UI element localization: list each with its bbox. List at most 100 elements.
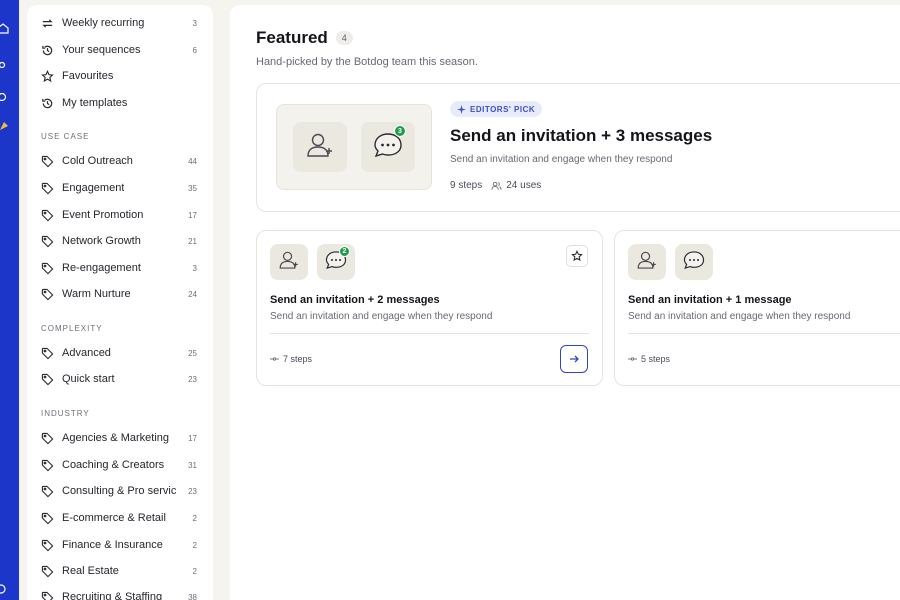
sidebar-item-label: Cold Outreach: [62, 155, 133, 167]
template-card[interactable]: Send an invitation + 1 message Send an i…: [614, 230, 900, 386]
sidebar-item-consulting[interactable]: Consulting & Pro servic 23: [40, 481, 210, 501]
message-tile: 3: [361, 122, 415, 172]
section-heading-industry: INDUSTRY: [41, 409, 90, 418]
page-subtitle: Hand-picked by the Botdog team this seas…: [256, 56, 478, 68]
rail-rocket-icon[interactable]: [0, 120, 10, 132]
sidebar-item-quick-start[interactable]: Quick start 23: [40, 369, 210, 389]
users-icon: [491, 181, 502, 191]
sidebar-item-coaching-creators[interactable]: Coaching & Creators 31: [40, 455, 210, 475]
hero-sequence-illustration: 3: [276, 104, 432, 190]
sidebar-item-network-growth[interactable]: Network Growth 21: [40, 231, 210, 251]
sidebar-item-event-promotion[interactable]: Event Promotion 17: [40, 205, 210, 225]
rail-home-icon[interactable]: [0, 22, 10, 34]
message-count-badge: 2: [339, 246, 350, 257]
tag-icon: [40, 208, 54, 222]
hero-title: Send an invitation + 3 messages: [450, 126, 713, 145]
sidebar-item-favourites[interactable]: Favourites: [40, 66, 210, 86]
tag-icon: [40, 431, 54, 445]
card-title: Send an invitation + 2 messages: [270, 294, 440, 306]
sidebar-item-label: Event Promotion: [62, 209, 144, 221]
tag-icon: [40, 538, 54, 552]
tag-icon: [40, 181, 54, 195]
sidebar-item-real-estate[interactable]: Real Estate 2: [40, 561, 210, 581]
page-title: Featured: [256, 28, 328, 47]
rail-help-icon[interactable]: [0, 583, 10, 595]
sidebar-item-label: Warm Nurture: [62, 288, 131, 300]
featured-header: Featured 4: [256, 28, 353, 48]
sidebar-item-ecommerce-retail[interactable]: E-commerce & Retail 2: [40, 508, 210, 528]
tag-icon: [40, 484, 54, 498]
rail-link-icon[interactable]: [0, 59, 10, 71]
favourite-button[interactable]: [566, 245, 588, 267]
steps-icon: [270, 356, 279, 362]
sidebar-item-advanced[interactable]: Advanced 25: [40, 343, 210, 363]
tag-icon: [40, 511, 54, 525]
featured-hero-card[interactable]: 3 EDITORS' PICK Send an invitation + 3 m…: [256, 83, 900, 212]
add-user-icon: [636, 249, 658, 276]
main-panel: Featured 4 Hand-picked by the Botdog tea…: [230, 5, 900, 600]
sidebar-item-finance-insurance[interactable]: Finance & Insurance 2: [40, 535, 210, 555]
tag-icon: [40, 372, 54, 386]
sidebar-item-warm-nurture[interactable]: Warm Nurture 24: [40, 284, 210, 304]
sidebar-item-count: 24: [188, 289, 197, 299]
sidebar-item-re-engagement[interactable]: Re-engagement 3: [40, 258, 210, 278]
repeat-icon: [40, 16, 54, 30]
sidebar-item-recruiting-staffing[interactable]: Recruiting & Staffing 38: [40, 587, 210, 600]
sidebar-item-cold-outreach[interactable]: Cold Outreach 44: [40, 151, 210, 171]
message-tile: 2: [317, 244, 355, 280]
chat-bubble-icon: [682, 249, 706, 276]
sidebar-item-label: Consulting & Pro servic: [62, 485, 177, 497]
add-user-icon: [278, 249, 300, 276]
sidebar-item-label: Quick start: [62, 373, 115, 385]
card-divider: [628, 333, 900, 334]
sidebar-item-weekly-recurring[interactable]: Weekly recurring 3: [40, 13, 210, 33]
sidebar: Weekly recurring 3 Your sequences 6 Favo…: [27, 5, 213, 600]
history-icon: [40, 43, 54, 57]
rail-icon-top[interactable]: [0, 0, 10, 8]
sidebar-item-label: Re-engagement: [62, 262, 141, 274]
sidebar-item-my-templates[interactable]: My templates: [40, 93, 210, 113]
sidebar-item-label: Real Estate: [62, 565, 119, 577]
invite-tile: [270, 244, 308, 280]
tag-icon: [40, 234, 54, 248]
steps-icon: [628, 356, 637, 362]
sparkle-icon: [457, 104, 466, 114]
card-meta: 5 steps: [628, 354, 670, 364]
sidebar-item-engagement[interactable]: Engagement 35: [40, 178, 210, 198]
sidebar-item-count: 35: [188, 183, 197, 193]
app-rail: [0, 0, 19, 600]
invite-tile: [628, 244, 666, 280]
sidebar-item-count: 25: [188, 348, 197, 358]
tag-icon: [40, 346, 54, 360]
sidebar-item-label: My templates: [62, 97, 128, 109]
sidebar-item-label: Recruiting & Staffing: [62, 591, 163, 600]
sidebar-item-count: 31: [188, 460, 197, 470]
sidebar-item-agencies-marketing[interactable]: Agencies & Marketing 17: [40, 428, 210, 448]
sidebar-item-your-sequences[interactable]: Your sequences 6: [40, 40, 210, 60]
hero-uses: 24 uses: [506, 180, 542, 191]
sidebar-item-count: 23: [188, 374, 197, 384]
star-icon: [40, 69, 54, 83]
sidebar-item-label: Favourites: [62, 70, 114, 82]
sidebar-item-count: 6: [192, 45, 197, 55]
arrow-right-icon: [569, 354, 579, 364]
tag-icon: [40, 590, 54, 600]
template-card[interactable]: 2 Send an invitation + 2 messages Send a…: [256, 230, 603, 386]
sidebar-item-count: 44: [188, 156, 197, 166]
sidebar-item-count: 21: [188, 236, 197, 246]
sidebar-item-label: E-commerce & Retail: [62, 512, 166, 524]
message-tile: [675, 244, 713, 280]
open-template-button[interactable]: [560, 345, 588, 373]
tag-icon: [40, 287, 54, 301]
section-heading-complexity: COMPLEXITY: [41, 324, 103, 333]
hero-steps: 9 steps: [450, 180, 483, 191]
add-user-icon: [305, 130, 335, 165]
rail-settings-icon[interactable]: [0, 91, 10, 103]
sidebar-item-label: Engagement: [62, 182, 125, 194]
card-divider: [270, 333, 589, 334]
sidebar-item-count: 3: [192, 18, 197, 28]
tag-icon: [40, 564, 54, 578]
sidebar-item-count: 2: [192, 513, 197, 523]
star-icon: [571, 250, 583, 262]
section-heading-use-case: USE CASE: [41, 132, 90, 141]
